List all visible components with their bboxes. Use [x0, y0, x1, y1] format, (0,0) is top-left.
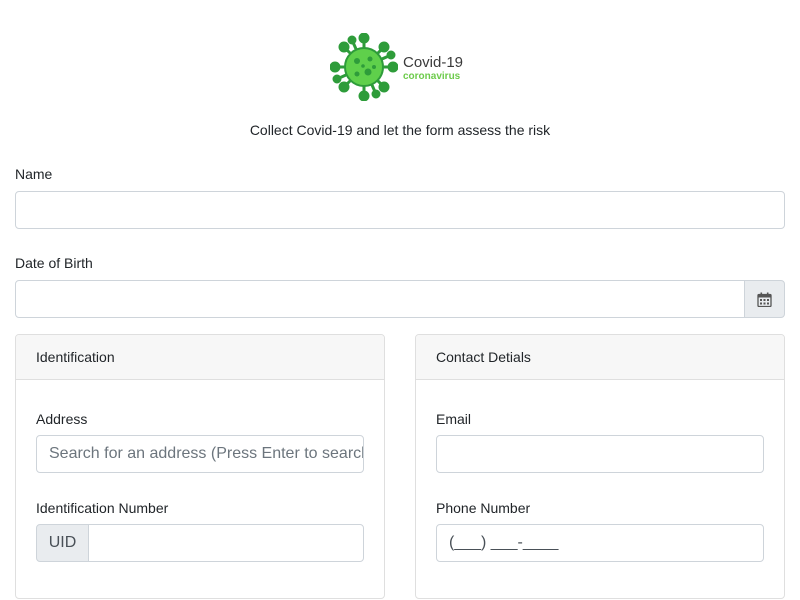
logo-title: Covid-19	[403, 54, 464, 71]
dob-label: Date of Birth	[15, 255, 93, 271]
logo-subtitle: coronavirus	[403, 71, 461, 82]
contact-header: Contact Detials	[416, 335, 784, 380]
covid-logo: Covid-19 coronavirus	[330, 33, 470, 101]
email-input[interactable]	[436, 435, 764, 473]
uid-prefix: UID	[36, 524, 89, 562]
identification-header: Identification	[16, 335, 384, 380]
phone-label: Phone Number	[436, 500, 531, 516]
email-label: Email	[436, 411, 472, 427]
virus-icon	[330, 33, 398, 101]
phone-mask: (___) ___-____	[449, 534, 559, 551]
identification-card: Identification Address Search for an add…	[15, 334, 385, 599]
phone-input[interactable]: (___) ___-____	[436, 524, 764, 562]
id-number-label: Identification Number	[36, 500, 169, 516]
name-label: Name	[15, 166, 53, 182]
dob-input[interactable]	[15, 280, 745, 318]
contact-card: Contact Detials Email Phone Number (___)…	[415, 334, 785, 599]
address-label: Address	[36, 411, 88, 427]
covid-form-page: Covid-19 coronavirus Collect Covid-19 an…	[0, 0, 800, 600]
form-subtitle: Collect Covid-19 and let the form assess…	[249, 122, 551, 138]
name-input[interactable]	[15, 191, 785, 229]
calendar-button[interactable]	[744, 280, 785, 318]
address-placeholder: Search for an address (Press Enter to se…	[49, 445, 364, 462]
address-input[interactable]: Search for an address (Press Enter to se…	[36, 435, 364, 473]
calendar-icon	[757, 292, 772, 307]
id-number-input[interactable]	[88, 524, 364, 562]
